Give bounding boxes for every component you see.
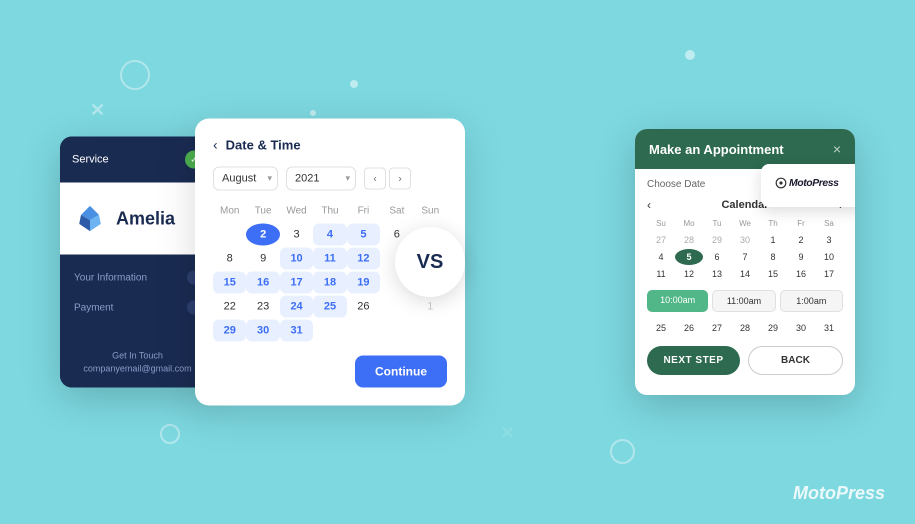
mini-week-2: 4 5 6 7 8 9 10 bbox=[647, 249, 843, 265]
deco-circle-2 bbox=[160, 424, 180, 444]
cal-cell-22[interactable]: 22 bbox=[213, 296, 246, 318]
mini-week-3: 11 12 13 14 15 16 17 bbox=[647, 266, 843, 282]
deco-dot-3 bbox=[685, 50, 695, 60]
cal-cell-s7: 1 bbox=[414, 296, 447, 318]
deco-dot-1 bbox=[350, 80, 358, 88]
day-wed: Wed bbox=[280, 203, 313, 220]
motopress-watermark: MotoPress bbox=[793, 483, 885, 504]
menu-item-payment[interactable]: Payment bbox=[60, 293, 215, 323]
day-tue: Tue bbox=[246, 203, 279, 220]
cal-cell-30[interactable]: 30 bbox=[246, 320, 279, 342]
month-wrapper: August bbox=[213, 167, 278, 191]
cal-cell-9[interactable]: 9 bbox=[246, 248, 279, 270]
cal-cell-31[interactable]: 31 bbox=[280, 320, 313, 342]
motopress-overlay: MotoPress bbox=[761, 164, 855, 207]
cal-cell-4[interactable]: 4 bbox=[313, 224, 346, 246]
time-slot-1300[interactable]: 1:00am bbox=[780, 290, 843, 312]
cal-cell-18[interactable]: 18 bbox=[313, 272, 346, 294]
cal-cell-29[interactable]: 29 bbox=[213, 320, 246, 342]
datetime-back-arrow[interactable]: ‹ bbox=[213, 137, 218, 153]
cal-cell-10[interactable]: 10 bbox=[280, 248, 313, 270]
next-month-button[interactable]: › bbox=[389, 168, 411, 190]
cal-cell-8[interactable]: 8 bbox=[213, 248, 246, 270]
cal-cell-24[interactable]: 24 bbox=[280, 296, 313, 318]
mini-prev-arrow[interactable]: ‹ bbox=[647, 198, 651, 212]
amelia-logo-section: Amelia bbox=[60, 183, 215, 255]
prev-month-button[interactable]: ‹ bbox=[364, 168, 386, 190]
amelia-logo-text: Amelia bbox=[116, 208, 175, 229]
amelia-menu: Your Information Payment bbox=[60, 255, 215, 331]
amelia-card: Service ✓ Amelia Your Information Payme bbox=[60, 137, 215, 388]
deco-dot-2 bbox=[310, 110, 316, 116]
cal-week-4: 22 23 24 25 26 1 bbox=[213, 296, 447, 318]
cal-days-header: Mon Tue Wed Thu Fri Sat Sun bbox=[213, 203, 447, 220]
appt-actions: NEXT STEP BACK bbox=[647, 346, 843, 385]
menu-item-your-information[interactable]: Your Information bbox=[60, 263, 215, 293]
year-select[interactable]: 2021 bbox=[286, 167, 356, 191]
amelia-footer: Get In Touch companyemail@gmail.com bbox=[60, 331, 215, 388]
cal-cell-e1 bbox=[313, 320, 346, 342]
day-sat: Sat bbox=[380, 203, 413, 220]
appointment-card: Make an Appointment × MotoPress Choose D… bbox=[635, 129, 855, 395]
amelia-logo-icon bbox=[72, 201, 108, 237]
time-slot-1000[interactable]: 10:00am bbox=[647, 290, 708, 312]
cal-cell-e4 bbox=[414, 320, 447, 342]
amelia-service-header: Service ✓ bbox=[60, 137, 215, 183]
datetime-header: ‹ Date & Time bbox=[213, 137, 447, 153]
footer-email: companyemail@gmail.com bbox=[74, 364, 201, 374]
month-select[interactable]: August bbox=[213, 167, 278, 191]
cal-cell bbox=[213, 224, 246, 246]
mini-selected-5[interactable]: 5 bbox=[675, 249, 703, 265]
next-step-button[interactable]: NEXT STEP bbox=[647, 346, 740, 375]
service-label: Service bbox=[72, 154, 109, 166]
continue-button[interactable]: Continue bbox=[355, 356, 447, 388]
time-slot-1100[interactable]: 11:00am bbox=[712, 290, 775, 312]
nav-arrows: ‹ › bbox=[364, 168, 411, 190]
mini-week-1: 27 28 29 30 1 2 3 bbox=[647, 232, 843, 248]
time-slots: 10:00am 11:00am 1:00am bbox=[647, 290, 843, 312]
motopress-overlay-text: MotoPress bbox=[773, 181, 853, 198]
day-mon: Mon bbox=[213, 203, 246, 220]
cal-cell-12[interactable]: 12 bbox=[347, 248, 380, 270]
cal-cell-17[interactable]: 17 bbox=[280, 272, 313, 294]
appt-footer-row: 25 26 27 28 29 30 31 bbox=[647, 320, 843, 336]
mini-cal-header: Su Mo Tu We Th Fr Sa bbox=[647, 218, 843, 229]
year-wrapper: 2021 bbox=[286, 167, 356, 191]
datetime-selectors: August 2021 ‹ › bbox=[213, 167, 447, 191]
cal-cell-26[interactable]: 26 bbox=[347, 296, 380, 318]
cal-cell-11[interactable]: 11 bbox=[313, 248, 346, 270]
deco-x-2: ✕ bbox=[500, 423, 515, 444]
cal-cell-5[interactable]: 5 bbox=[347, 224, 380, 246]
main-container: ✕ ✕ Service ✓ Amelia Your Information bbox=[0, 0, 915, 524]
mini-calendar: ‹ Calendar › Su Mo Tu We Th Fr Sa 27 28 bbox=[647, 198, 843, 282]
cal-cell-25[interactable]: 25 bbox=[313, 296, 346, 318]
cal-cell-e3 bbox=[380, 320, 413, 342]
cal-cell-3[interactable]: 3 bbox=[280, 224, 313, 246]
deco-x-1: ✕ bbox=[90, 100, 105, 121]
footer-label: Get In Touch bbox=[74, 351, 201, 361]
day-fri: Fri bbox=[347, 203, 380, 220]
cal-cell-19[interactable]: 19 bbox=[347, 272, 380, 294]
day-thu: Thu bbox=[313, 203, 346, 220]
appt-header: Make an Appointment × bbox=[635, 129, 855, 169]
back-button[interactable]: BACK bbox=[748, 346, 843, 375]
cal-cell-s6 bbox=[380, 296, 413, 318]
appt-body: MotoPress Choose Date ‹ Calendar › Su Mo… bbox=[635, 169, 855, 395]
appt-title: Make an Appointment bbox=[649, 142, 784, 157]
cal-cell-23[interactable]: 23 bbox=[246, 296, 279, 318]
cal-cell-2[interactable]: 2 bbox=[246, 224, 279, 246]
cal-cell-e2 bbox=[347, 320, 380, 342]
vs-circle: VS bbox=[395, 227, 465, 297]
datetime-title: Date & Time bbox=[226, 137, 301, 152]
motopress-logo-svg: MotoPress bbox=[773, 172, 853, 194]
appt-close-button[interactable]: × bbox=[833, 141, 841, 157]
deco-circle-3 bbox=[610, 439, 635, 464]
cal-week-5: 29 30 31 bbox=[213, 320, 447, 342]
cal-cell-16[interactable]: 16 bbox=[246, 272, 279, 294]
svg-text:MotoPress: MotoPress bbox=[789, 178, 839, 189]
cal-cell-15[interactable]: 15 bbox=[213, 272, 246, 294]
deco-circle-1 bbox=[120, 60, 150, 90]
day-sun: Sun bbox=[414, 203, 447, 220]
